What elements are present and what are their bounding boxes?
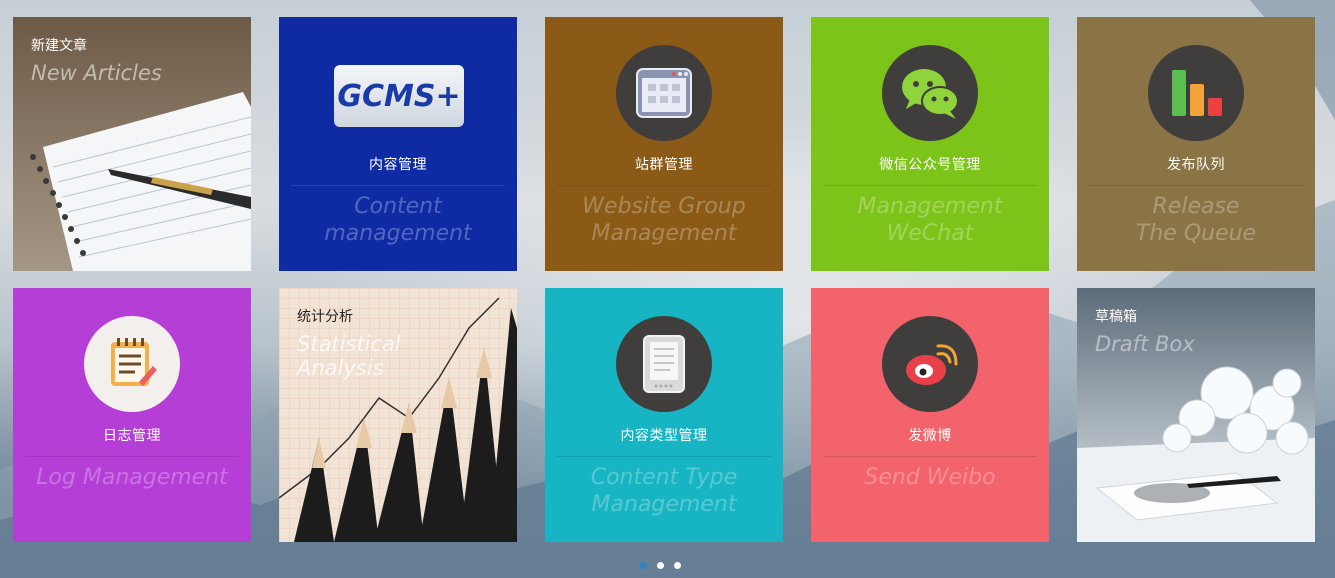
tile-send-weibo[interactable]: 发微博 Send Weibo xyxy=(811,288,1049,542)
tile-title-cn: 日志管理 xyxy=(103,428,161,444)
tile-website-group[interactable]: 站群管理 Website Group Management xyxy=(545,17,783,271)
tile-title-en: Statistical Analysis xyxy=(297,332,401,380)
tile-title-en: Send Weibo xyxy=(864,465,996,490)
tile-title-cn: 内容类型管理 xyxy=(620,428,708,444)
divider xyxy=(823,456,1037,457)
tile-draft-box[interactable]: 草稿箱 Draft Box xyxy=(1077,288,1315,542)
wechat-icon xyxy=(882,45,978,141)
tile-title-cn: 微信公众号管理 xyxy=(879,157,981,173)
tile-wechat[interactable]: 微信公众号管理 Management WeChat xyxy=(811,17,1049,271)
tile-title-cn: 统计分析 xyxy=(297,309,353,325)
pager-dot-1[interactable] xyxy=(640,562,647,569)
tile-new-articles[interactable]: 新建文章 New Articles xyxy=(13,17,251,271)
tile-statistical-analysis[interactable]: 统计分析 Statistical Analysis xyxy=(279,288,517,542)
tile-title-en: Management WeChat xyxy=(857,194,1003,246)
tile-log-management[interactable]: 日志管理 Log Management xyxy=(13,288,251,542)
notebook-pen-photo xyxy=(13,17,251,271)
divider xyxy=(557,456,771,457)
tile-title-cn: 发微博 xyxy=(908,428,952,444)
tile-title-en: Log Management xyxy=(36,465,228,490)
pager-dot-2[interactable] xyxy=(657,562,664,569)
pager-dot-3[interactable] xyxy=(674,562,681,569)
tile-title-cn: 站群管理 xyxy=(635,157,693,173)
tile-title-cn: 草稿箱 xyxy=(1095,309,1137,325)
divider xyxy=(25,456,239,457)
tile-title-en: New Articles xyxy=(31,61,162,85)
tile-title-en: Content management xyxy=(324,194,472,246)
tile-title-cn: 发布队列 xyxy=(1167,157,1225,173)
tile-title-cn: 内容管理 xyxy=(369,157,427,173)
divider xyxy=(1089,185,1303,186)
divider xyxy=(823,185,1037,186)
notepad-icon xyxy=(84,316,180,412)
gcms-logo: GCMS+ xyxy=(334,65,464,127)
tile-release-queue[interactable]: 发布队列 Release The Queue xyxy=(1077,17,1315,271)
carousel-pager xyxy=(640,562,681,569)
tile-title-en: Release The Queue xyxy=(1135,194,1257,246)
ebook-reader-icon xyxy=(616,316,712,412)
divider xyxy=(557,185,771,186)
divider xyxy=(291,185,505,186)
tile-content-management[interactable]: GCMS+ 内容管理 Content management xyxy=(279,17,517,271)
browser-window-icon xyxy=(616,45,712,141)
tile-title-en: Content Type Management xyxy=(590,465,738,517)
pencils-graph-photo xyxy=(279,288,517,542)
weibo-icon xyxy=(882,316,978,412)
tile-title-en: Draft Box xyxy=(1095,332,1195,356)
crumpled-paper-photo xyxy=(1077,288,1315,542)
tile-title-cn: 新建文章 xyxy=(31,38,87,54)
tile-content-type[interactable]: 内容类型管理 Content Type Management xyxy=(545,288,783,542)
bar-chart-icon xyxy=(1148,45,1244,141)
tile-title-en: Website Group Management xyxy=(582,194,746,246)
